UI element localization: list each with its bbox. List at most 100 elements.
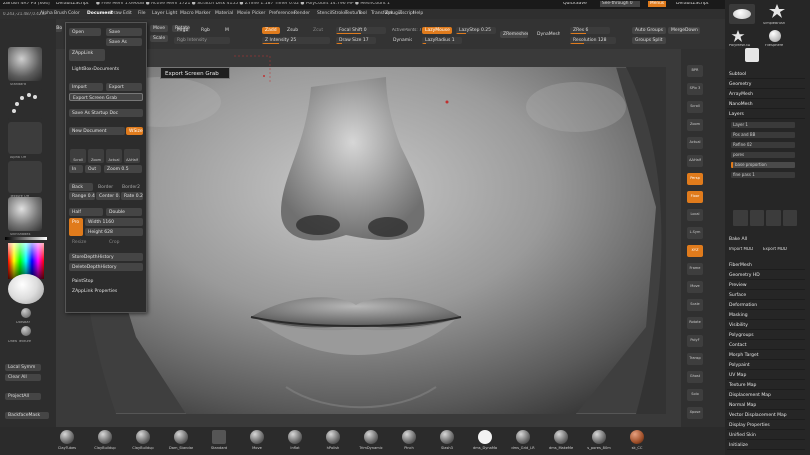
brush-slot[interactable]: Dam_Standard — [169, 430, 193, 450]
layer-row[interactable]: Pos and BB — [731, 132, 795, 138]
layers-header[interactable]: Layers — [727, 111, 805, 119]
brush-thumbnail[interactable] — [8, 47, 42, 81]
focal-shift-slider[interactable]: Focal Shift 0 — [336, 27, 386, 34]
section-deformation[interactable]: Deformation — [727, 302, 805, 310]
section-display-properties[interactable]: Display Properties — [727, 422, 805, 430]
draw-size-slider[interactable]: Draw Size 17 — [336, 37, 376, 44]
import-button[interactable]: Import — [69, 83, 103, 91]
stroke-thumbnail[interactable] — [8, 87, 42, 121]
subtool-header[interactable]: Subtool — [727, 71, 805, 79]
section-preview[interactable]: Preview — [727, 282, 805, 290]
menu-color[interactable]: Color — [68, 11, 80, 16]
layer-down-button[interactable] — [749, 210, 764, 226]
view-xpose-button[interactable]: Xpose — [687, 407, 703, 419]
section-initialize[interactable]: Initialize — [727, 442, 805, 450]
zoom-out-button[interactable]: Out — [85, 165, 101, 173]
brush-slot[interactable]: sk_CC — [625, 430, 649, 450]
view-zoom-button[interactable]: Zoom — [687, 119, 703, 131]
view-local-button[interactable]: Local — [687, 209, 703, 221]
view-solo-button[interactable]: Solo — [687, 389, 703, 401]
filesphere-icon[interactable] — [769, 30, 781, 42]
section-normal-map[interactable]: Normal Map — [727, 402, 805, 410]
zremesher-button[interactable]: ZRemesher — [500, 31, 528, 38]
menu-marker[interactable]: Marker — [195, 11, 211, 16]
menu-draw[interactable]: Draw — [110, 11, 122, 16]
range-slider[interactable]: Range 0.4 — [69, 192, 95, 200]
section-polypaint[interactable]: Polypaint — [727, 362, 805, 370]
layer-row[interactable]: Layer 1 — [731, 122, 795, 128]
brush-slot[interactable]: Pinch — [397, 430, 421, 450]
half-button[interactable]: Half — [69, 208, 103, 216]
view-actual-button[interactable]: Actual — [687, 137, 703, 149]
section-displacement-map[interactable]: Displacement Map — [727, 392, 805, 400]
brush-slot[interactable]: dms_Grid_LR — [511, 430, 535, 450]
menu-alpha[interactable]: Alpha — [40, 11, 53, 16]
section-masking[interactable]: Masking — [727, 312, 805, 320]
brush-slot[interactable]: Standard — [207, 430, 231, 450]
save-as-startup-button[interactable]: Save As Startup Doc — [69, 109, 143, 117]
main-color-swatch[interactable] — [8, 274, 44, 304]
project-all-button[interactable]: ProjectAll — [5, 393, 41, 400]
menu-light[interactable]: Light — [166, 11, 177, 16]
auto-groups-button[interactable]: Auto Groups — [632, 27, 666, 34]
view-floor-button[interactable]: Floor — [687, 191, 703, 203]
section-contact[interactable]: Contact — [727, 342, 805, 350]
zapplink-properties-button[interactable]: ZAppLink Properties — [69, 287, 143, 295]
export-mdd-button[interactable]: Export MDD — [763, 247, 787, 251]
z-intensity-slider[interactable]: Z Intensity 25 — [262, 37, 330, 44]
brush-slot[interactable]: ClayBuildup — [131, 430, 155, 450]
section-geometry-hd[interactable]: Geometry HD — [727, 272, 805, 280]
menu-layer[interactable]: Layer — [152, 11, 165, 16]
menu-render[interactable]: Render — [294, 11, 310, 16]
zcut-button[interactable]: Zcut — [310, 27, 328, 34]
layer-row[interactable]: Refine 02 — [731, 142, 795, 148]
brush-slot[interactable]: dms_DynaMarker — [473, 430, 497, 450]
layer-delete-button[interactable] — [782, 210, 797, 226]
shadowbox-thumb[interactable] — [745, 48, 759, 62]
view-move-button[interactable]: Move — [687, 281, 703, 293]
view-scale-button[interactable]: Scale — [687, 299, 703, 311]
clear-all-button[interactable]: Clear All — [5, 374, 41, 381]
layer-row[interactable]: fine pass 1 — [731, 172, 795, 178]
brush-slot[interactable]: hPolish — [321, 430, 345, 450]
view-polyf-button[interactable]: PolyF — [687, 335, 703, 347]
brush-slot[interactable]: TrimDynamic — [359, 430, 383, 450]
export-button[interactable]: Export — [106, 83, 142, 91]
layer-row[interactable]: pores — [731, 152, 795, 158]
layer-row[interactable]: base proportion — [731, 162, 795, 168]
menu-brush[interactable]: Brush — [54, 11, 67, 16]
menu-material[interactable]: Material — [215, 11, 233, 16]
lazyradius-slider[interactable]: LazyRadius 1 — [422, 37, 462, 44]
view-transp-button[interactable]: Transp — [687, 353, 703, 365]
export-screen-grab-button[interactable]: Export Screen Grab — [69, 93, 143, 101]
view-ghost-button[interactable]: Ghost — [687, 371, 703, 383]
groups-split-button[interactable]: Groups Split — [632, 37, 666, 44]
menu-file[interactable]: File — [138, 11, 146, 16]
zapplink-button[interactable]: ZAppLink — [69, 49, 105, 61]
local-symm-button[interactable]: Local Symm — [5, 364, 41, 371]
lazymouse-button[interactable]: LazyMouse — [422, 27, 452, 34]
view-frame-button[interactable]: Frame — [687, 263, 703, 275]
zoom-doc-button[interactable]: Zoom — [88, 149, 104, 163]
double-button[interactable]: Double — [106, 208, 142, 216]
menu-movie[interactable]: Movie — [237, 11, 250, 16]
zadd-button[interactable]: Zadd — [262, 27, 280, 34]
section-visibility[interactable]: Visibility — [727, 322, 805, 330]
menu-preferences[interactable]: Preferences — [269, 11, 295, 16]
view-scroll-button[interactable]: Scroll — [687, 101, 703, 113]
brush-slot[interactable]: Inflat — [283, 430, 307, 450]
brush-slot[interactable]: Slash3 — [435, 430, 459, 450]
dynamesh-button[interactable]: DynaMesh — [534, 31, 560, 38]
dynamic-button[interactable]: Dynamic — [390, 37, 412, 44]
menu-macro[interactable]: Macro — [180, 11, 194, 16]
view-l-sym-button[interactable]: L.Sym — [687, 227, 703, 239]
material-thumbnail[interactable] — [8, 197, 42, 231]
texture-thumbnail[interactable] — [8, 161, 42, 193]
default-zscript-button[interactable]: DefaultZScript — [676, 2, 709, 7]
bake-all-button[interactable]: Bake All — [727, 236, 805, 243]
aahalf-doc-button[interactable]: AAHalf — [124, 149, 140, 163]
polymesh3d-icon[interactable] — [731, 30, 745, 42]
menu-help[interactable]: Help — [413, 11, 423, 16]
store-depth-history-button[interactable]: StoreDepthHistory — [69, 253, 143, 261]
actual-doc-button[interactable]: Actual — [106, 149, 122, 163]
